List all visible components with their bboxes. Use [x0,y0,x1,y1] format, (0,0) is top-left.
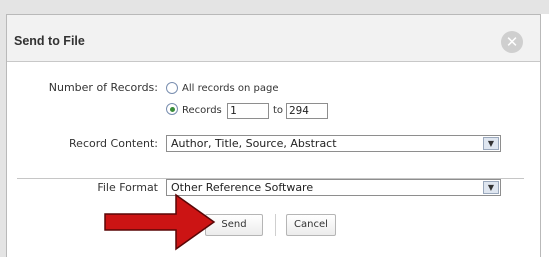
record-content-label: Record Content: [69,137,158,150]
close-icon[interactable]: ✕ [501,31,523,53]
chevron-down-icon[interactable]: ▼ [483,137,499,150]
records-range-label: Records [182,105,222,116]
record-content-value: Author, Title, Source, Abstract [171,137,337,150]
dialog-titlebar: Send to File ✕ [7,15,540,62]
file-format-select[interactable]: Other Reference Software ▼ [166,179,501,196]
records-to-input[interactable]: 294 [286,103,328,119]
records-range-radio[interactable] [166,103,178,115]
records-from-input[interactable]: 1 [227,103,269,119]
page-backdrop-top [0,0,549,14]
cancel-button[interactable]: Cancel [286,214,336,236]
all-records-radio[interactable] [166,82,178,94]
all-records-label: All records on page [182,83,279,94]
number-of-records-label: Number of Records: [48,81,158,94]
records-to-label: to [273,105,284,116]
button-separator [275,214,276,236]
record-content-select[interactable]: Author, Title, Source, Abstract ▼ [166,135,501,152]
red-arrow-annotation-icon [104,193,216,251]
chevron-down-icon[interactable]: ▼ [483,181,499,194]
dialog-title: Send to File [14,34,85,48]
send-to-file-dialog: Send to File ✕ Number of Records: All re… [6,14,541,257]
red-arrow-shape [104,193,216,251]
